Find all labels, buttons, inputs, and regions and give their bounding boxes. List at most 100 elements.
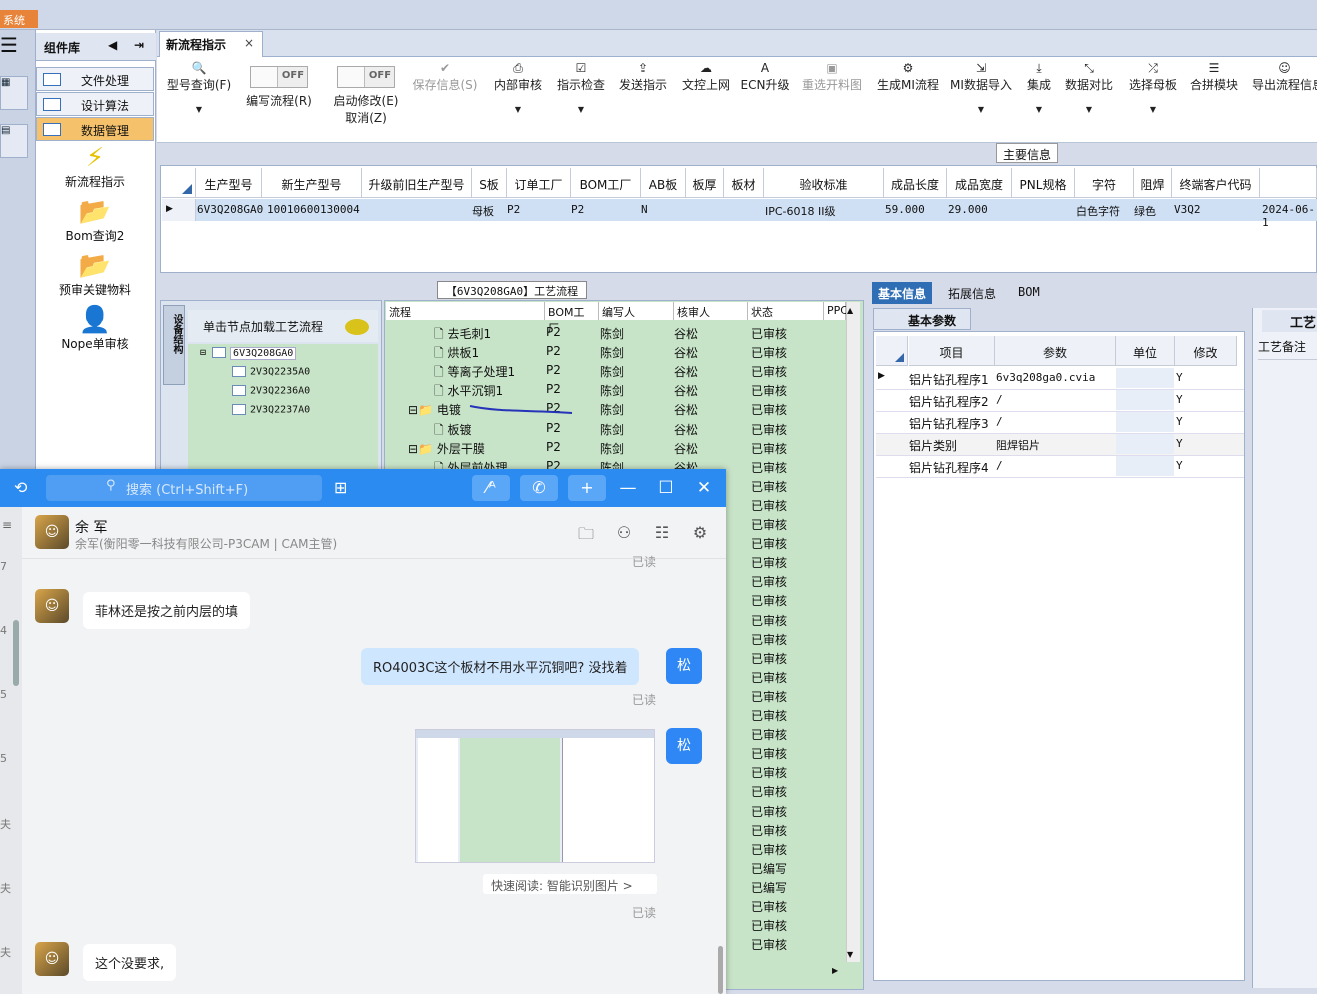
- toolbar-button[interactable]: ☺ 导出流程信息: [1252, 58, 1317, 93]
- minimize-icon[interactable]: —: [618, 478, 638, 498]
- contact-avatar[interactable]: ☺: [35, 942, 69, 976]
- search-history-icon[interactable]: ☷: [651, 523, 673, 545]
- table-row[interactable]: 🗋 等离子处理1 P2 陈剑 谷松 已审核: [386, 361, 846, 380]
- tree-node[interactable]: 2V3Q2235A0: [232, 366, 310, 383]
- column-header[interactable]: 字符: [1075, 168, 1134, 198]
- ai-assistant-button[interactable]: ⁄ᴬ: [472, 475, 510, 501]
- column-header[interactable]: 升级前旧生产型号: [362, 168, 472, 198]
- menu-icon[interactable]: ☰: [0, 35, 20, 56]
- toolbar-button[interactable]: 🔍 型号查询(F) ▼: [162, 58, 236, 114]
- toolbar-button[interactable]: ▣ 重选开料图: [798, 58, 866, 93]
- my-avatar[interactable]: 松: [666, 728, 702, 764]
- image-message-thumbnail[interactable]: [415, 729, 655, 863]
- column-header[interactable]: BOM工厂: [571, 168, 641, 198]
- dropdown-arrow-icon[interactable]: ▼: [1023, 105, 1055, 114]
- calculator-app-icon[interactable]: ▤: [0, 124, 28, 158]
- toolbar-button[interactable]: ⤡ 数据对比 ▼: [1063, 58, 1115, 114]
- tab-1[interactable]: 拓展信息: [942, 282, 1002, 304]
- system-badge[interactable]: 系统: [0, 10, 38, 28]
- column-header[interactable]: 成品长度: [884, 168, 947, 198]
- message-outgoing[interactable]: RO4003C这个板材不用水平沉铜吧? 没找着: [361, 648, 640, 685]
- dropdown-arrow-icon[interactable]: ▼: [1063, 105, 1115, 114]
- toolbar-button[interactable]: ☁ 文控上网: [678, 58, 734, 93]
- tab-2[interactable]: BOM: [1012, 282, 1046, 304]
- list-item[interactable]: 夫: [0, 816, 11, 832]
- my-avatar[interactable]: 松: [666, 648, 702, 684]
- list-item[interactable]: 5: [0, 752, 7, 765]
- tab-0[interactable]: 基本信息: [872, 282, 933, 304]
- column-header[interactable]: 参数: [995, 336, 1116, 366]
- collapse-left-icon[interactable]: ◀: [108, 38, 117, 52]
- contact-avatar[interactable]: ☺: [35, 515, 69, 549]
- column-header[interactable]: 流程: [386, 302, 545, 320]
- column-header[interactable]: PPC: [824, 302, 848, 320]
- column-header[interactable]: 编写人: [599, 302, 674, 320]
- toolbar-button[interactable]: OFF 启动修改(E) 取消(Z): [326, 58, 406, 126]
- dropdown-arrow-icon[interactable]: ▼: [162, 105, 236, 114]
- table-row[interactable]: 铝片钻孔程序2 / Y: [876, 390, 1244, 412]
- tool-2[interactable]: 📂 预审关键物料: [36, 251, 154, 298]
- settings-gear-icon[interactable]: ⚙: [689, 523, 711, 545]
- collapse-icon[interactable]: ⊟: [200, 348, 212, 359]
- table-row[interactable]: ⊟📁 电镀 P2 陈剑 谷松 已审核: [386, 399, 846, 418]
- close-window-icon[interactable]: ✕: [694, 478, 714, 498]
- list-item[interactable]: 夫: [0, 944, 11, 960]
- table-row[interactable]: ▶ 铝片钻孔程序1 6v3q208ga0.cvia Y: [876, 368, 1244, 390]
- toolbar-button[interactable]: ⤓ 集成 ▼: [1023, 58, 1055, 114]
- tree-node[interactable]: 2V3Q2236A0: [232, 385, 310, 402]
- message-incoming[interactable]: 这个没要求,: [83, 944, 177, 981]
- toggle-switch[interactable]: OFF: [337, 66, 395, 88]
- column-header[interactable]: 单位: [1116, 336, 1175, 366]
- equipment-structure-tab[interactable]: 设备结构: [163, 305, 185, 385]
- call-button[interactable]: ✆: [520, 475, 558, 501]
- chat-scrollbar[interactable]: [718, 946, 723, 994]
- toolbar-button[interactable]: ⇲ MI数据导入 ▼: [950, 58, 1012, 114]
- column-header[interactable]: 验收标准: [764, 168, 884, 198]
- toolbar-button[interactable]: ☑ 指示检查 ▼: [553, 58, 609, 114]
- table-row[interactable]: 铝片钻孔程序4 / Y: [876, 456, 1244, 478]
- tab-basic-params[interactable]: 基本参数: [873, 308, 971, 330]
- toolbar-button[interactable]: ☰ 合拼模块: [1188, 58, 1240, 93]
- column-header[interactable]: PNL规格: [1012, 168, 1075, 198]
- column-header[interactable]: 修改: [1175, 336, 1237, 366]
- column-header[interactable]: AB板: [641, 168, 686, 198]
- folder-icon[interactable]: 🗀: [575, 523, 597, 545]
- column-header[interactable]: 核审人: [674, 302, 748, 320]
- column-header[interactable]: 订单工厂: [507, 168, 571, 198]
- table-row[interactable]: 🗋 去毛刺1 P2 陈剑 谷松 已审核: [386, 323, 846, 342]
- column-header[interactable]: 板材: [724, 168, 764, 198]
- pin-icon[interactable]: ⇥: [134, 38, 144, 52]
- tab-new-flow-instruction[interactable]: 新流程指示 ×: [159, 31, 263, 57]
- history-icon[interactable]: ⟲: [14, 478, 27, 497]
- list-item[interactable]: 夫: [0, 880, 11, 896]
- toolbar-button[interactable]: ⤮ 选择母板 ▼: [1125, 58, 1181, 114]
- list-item[interactable]: 7: [0, 560, 7, 573]
- scroll-up-icon[interactable]: ▲: [847, 306, 853, 315]
- maximize-icon[interactable]: ☐: [656, 478, 676, 498]
- column-header[interactable]: 新生产型号: [262, 168, 362, 198]
- contact-avatar[interactable]: ☺: [35, 589, 69, 623]
- column-header[interactable]: 终端客户代码: [1172, 168, 1260, 198]
- toggle-switch[interactable]: OFF: [250, 66, 308, 88]
- message-incoming[interactable]: 菲林还是按之前内层的填: [83, 592, 251, 629]
- flow-vertical-scrollbar[interactable]: [846, 302, 860, 962]
- column-header[interactable]: 阻焊: [1134, 168, 1172, 198]
- add-button[interactable]: +: [568, 475, 606, 501]
- list-item[interactable]: 4: [0, 624, 7, 637]
- column-header[interactable]: 状态: [748, 302, 824, 320]
- column-header[interactable]: 项目: [909, 336, 995, 366]
- tool-3[interactable]: 👤 Nope单审核: [36, 305, 154, 352]
- scroll-right-icon[interactable]: ▶: [832, 966, 838, 975]
- add-contact-icon[interactable]: ⚇: [613, 523, 635, 545]
- tree-node[interactable]: 2V3Q2237A0: [232, 404, 310, 421]
- table-row[interactable]: 铝片类别 阻焊铝片 Y: [876, 434, 1244, 456]
- table-row[interactable]: 🗋 板镀 P2 陈剑 谷松 已审核: [386, 419, 846, 438]
- quick-read-link[interactable]: 快速阅读: 智能识别图片 >: [483, 874, 657, 894]
- column-header[interactable]: S板: [472, 168, 507, 198]
- toolbar-button[interactable]: ⎙ 内部审核 ▼: [490, 58, 546, 114]
- toolbar-button[interactable]: ⚙ 生成MI流程: [873, 58, 943, 93]
- list-item[interactable]: 5: [0, 688, 7, 701]
- dropdown-arrow-icon[interactable]: ▼: [490, 105, 546, 114]
- sidebar-item[interactable]: 数据管理: [36, 117, 154, 141]
- toolbar-button[interactable]: ⇪ 发送指示: [615, 58, 671, 93]
